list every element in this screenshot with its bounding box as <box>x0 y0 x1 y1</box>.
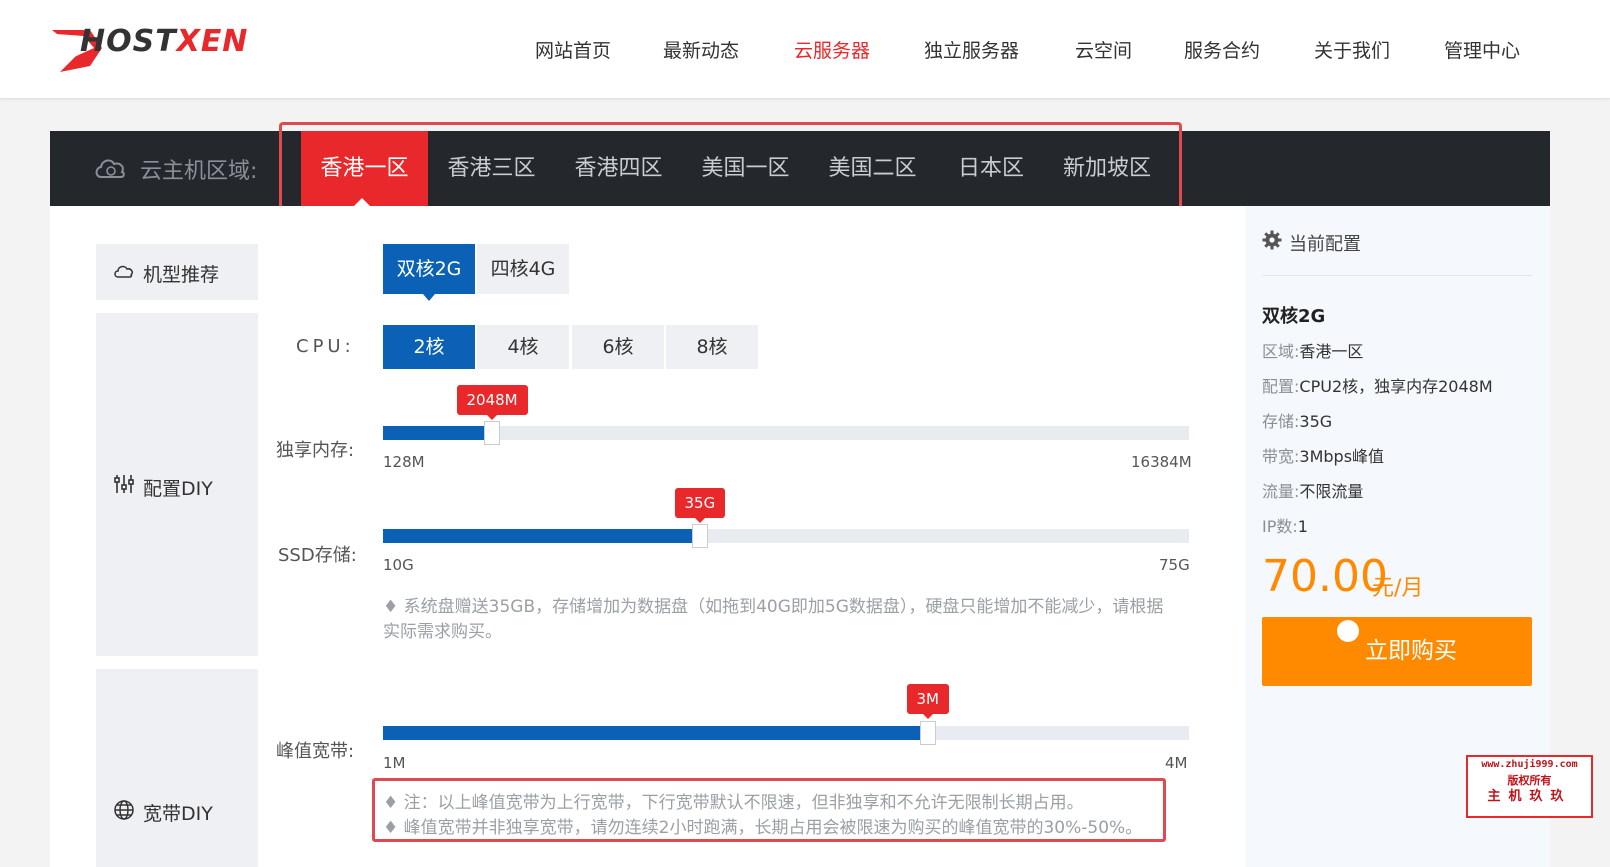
nav-item-news[interactable]: 最新动态 <box>663 36 739 63</box>
category-bandwidth-diy[interactable] <box>96 669 258 867</box>
ssd-note-line1: ♦ 系统盘赠送35GB，存储增加为数据盘（如拖到40G即加5G数据盘），硬盘只能… <box>383 597 1164 617</box>
summary-row-config: 配置:CPU2核，独享内存2048M <box>1262 373 1493 397</box>
summary-value: 35G <box>1299 412 1333 431</box>
bandwidth-slider-fill <box>383 726 921 740</box>
cart-icon <box>1337 620 1359 657</box>
logo-text-host: HOST <box>80 24 177 59</box>
summary-key: 带宽: <box>1262 447 1300 466</box>
region-label: 云主机区域: <box>140 159 258 184</box>
summary-key: 区域: <box>1262 342 1300 361</box>
summary-value: 1 <box>1297 517 1308 536</box>
nav-item-cloud-space[interactable]: 云空间 <box>1075 36 1132 63</box>
nav-item-service-contract[interactable]: 服务合约 <box>1184 36 1260 63</box>
category-recommend-label: 机型推荐 <box>143 264 220 286</box>
buy-now-label: 立即购买 <box>1365 638 1457 664</box>
cloud-refresh-icon <box>95 159 125 178</box>
preset-quad-core-4g[interactable]: 四核4G <box>477 244 569 294</box>
buy-now-button[interactable]: 立即购买 <box>1262 617 1532 686</box>
summary-plan-name: 双核2G <box>1262 306 1326 327</box>
cpu-option-4[interactable]: 4核 <box>477 325 569 369</box>
summary-row-region: 区域:香港一区 <box>1262 338 1363 362</box>
memory-slider-track[interactable] <box>383 426 1189 440</box>
watermark-line1: www.zhuji999.com <box>1481 759 1578 770</box>
memory-min-label: 128M <box>383 453 425 471</box>
cloud-icon <box>114 265 133 278</box>
bandwidth-max-label: 4M <box>1165 754 1188 772</box>
bandwidth-bubble-arrow <box>923 714 933 719</box>
memory-max-label: 16384M <box>1131 453 1192 471</box>
memory-slider-fill <box>383 426 485 440</box>
bandwidth-slider-handle[interactable] <box>920 721 936 745</box>
nav-item-cloud-server[interactable]: 云服务器 <box>794 36 870 63</box>
summary-row-bandwidth: 带宽:3Mbps峰值 <box>1262 443 1384 467</box>
summary-key: 存储: <box>1262 412 1300 431</box>
preset-dual-core-2g[interactable]: 双核2G <box>383 244 475 294</box>
summary-row-ip: IP数:1 <box>1262 513 1308 537</box>
ssd-slider-fill <box>383 529 693 543</box>
ssd-note-line2: 实际需求购买。 <box>383 622 502 642</box>
ssd-bubble-arrow <box>695 518 705 523</box>
ssd-slider-handle[interactable] <box>692 524 708 548</box>
bandwidth-value-bubble: 3M <box>906 684 949 714</box>
summary-row-storage: 存储:35G <box>1262 408 1332 432</box>
memory-slider-handle[interactable] <box>484 421 500 445</box>
summary-value: 香港一区 <box>1299 342 1364 361</box>
ssd-label: SSD存储: <box>278 545 357 566</box>
nav-item-about[interactable]: 关于我们 <box>1314 36 1390 63</box>
price-unit: 元/月 <box>1372 576 1424 601</box>
preset-caret <box>423 294 435 301</box>
logo-text-xen: XEN <box>176 24 249 59</box>
region-tabs-highlight-box <box>279 122 1182 214</box>
price-amount: 70.00 <box>1262 551 1388 602</box>
cpu-option-8[interactable]: 8核 <box>666 325 758 369</box>
summary-value: 不限流量 <box>1299 482 1364 501</box>
memory-bubble-arrow <box>487 415 497 420</box>
nav-item-dedicated-server[interactable]: 独立服务器 <box>924 36 1019 63</box>
gear-icon <box>1262 230 1282 250</box>
ssd-max-label: 75G <box>1159 556 1190 574</box>
cpu-option-2[interactable]: 2核 <box>383 325 475 369</box>
summary-divider <box>1262 275 1532 276</box>
summary-heading: 当前配置 <box>1289 234 1361 255</box>
category-bandwidth-label: 宽带DIY <box>143 803 213 825</box>
category-config-label: 配置DIY <box>143 478 213 500</box>
cpu-option-6[interactable]: 6核 <box>572 325 664 369</box>
summary-value: CPU2核，独享内存2048M <box>1299 377 1493 396</box>
logo[interactable]: HOSTXEN <box>80 24 248 59</box>
sliders-icon <box>114 475 134 493</box>
globe-icon <box>114 800 134 820</box>
watermark-line2: 版权所有 <box>1507 774 1552 787</box>
summary-row-traffic: 流量:不限流量 <box>1262 478 1363 502</box>
summary-value: 3Mbps峰值 <box>1299 447 1385 466</box>
nav-item-admin[interactable]: 管理中心 <box>1444 36 1520 63</box>
memory-value-bubble: 2048M <box>456 385 528 415</box>
ssd-min-label: 10G <box>383 556 414 574</box>
bandwidth-note-line2: ♦ 峰值宽带并非独享宽带，请勿连续2小时跑满，长期占用会被限速为购买的峰值宽带的… <box>383 818 1143 838</box>
bandwidth-min-label: 1M <box>383 754 406 772</box>
summary-key: 配置: <box>1262 377 1300 396</box>
watermark-line3: 主机玖玖 <box>1487 789 1572 804</box>
memory-label: 独享内存: <box>276 440 355 461</box>
ssd-value-bubble: 35G <box>674 488 726 518</box>
summary-key: 流量: <box>1262 482 1300 501</box>
summary-key: IP数: <box>1262 517 1298 536</box>
watermark-stamp: www.zhuji999.com 版权所有 主机玖玖 <box>1466 755 1593 818</box>
cpu-label: CPU: <box>296 336 355 357</box>
bandwidth-note-line1: ♦ 注：以上峰值宽带为上行宽带，下行宽带默认不限速，但非独享和不允许无限制长期占… <box>383 793 1084 813</box>
bandwidth-label: 峰值宽带: <box>276 741 355 762</box>
nav-item-home[interactable]: 网站首页 <box>535 36 611 63</box>
